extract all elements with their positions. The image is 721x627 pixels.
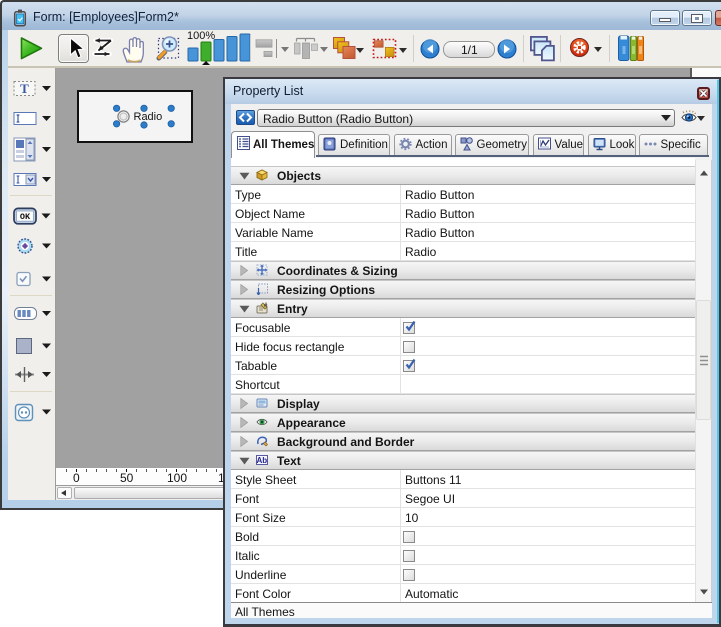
svg-text:T: T [20,81,29,96]
svg-text:OK: OK [20,212,31,222]
svg-text:Ab: Ab [256,456,267,465]
